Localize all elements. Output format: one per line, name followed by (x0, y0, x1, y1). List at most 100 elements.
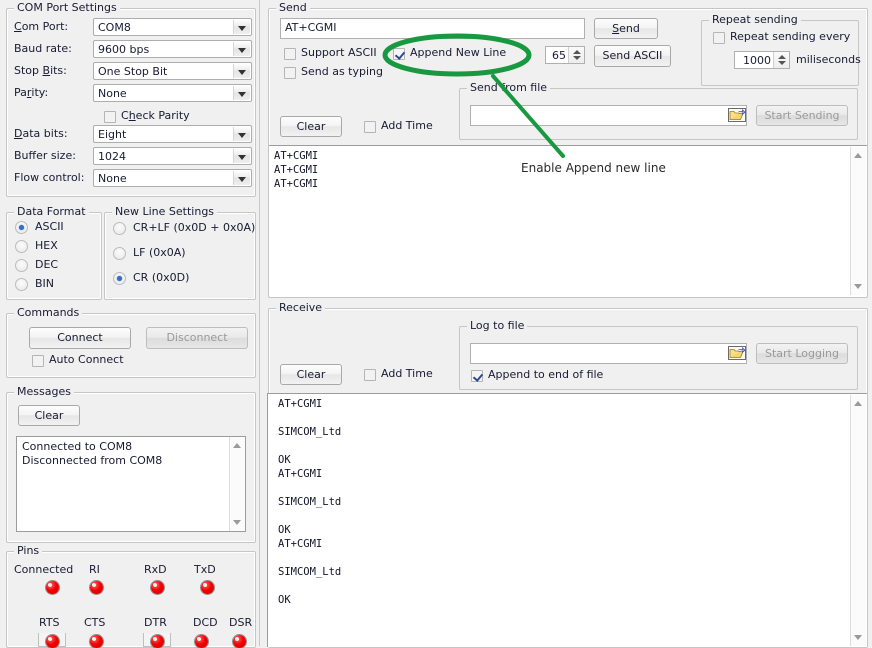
receive-add-time-checkbox[interactable] (364, 369, 376, 381)
chevron-down-icon[interactable] (233, 171, 250, 185)
scroll-down-icon[interactable] (854, 284, 862, 289)
repeat-interval-units: miliseconds (796, 53, 861, 67)
scroll-down-icon[interactable] (233, 520, 241, 525)
annotation-callout-text: Enable Append new line (521, 161, 666, 175)
disconnect-button-label: Disconnect (147, 328, 247, 348)
messages-clear-button[interactable]: Clear (18, 405, 80, 426)
serial-terminal-window: COM Port Settings Com Port: COM8 Baud ra… (0, 0, 872, 646)
new-line-radio-cr[interactable] (113, 272, 126, 285)
buffer-size-select[interactable]: 1024 (93, 147, 252, 165)
ascii-code-stepper[interactable]: 65 (545, 46, 585, 64)
support-ascii-checkbox[interactable] (284, 48, 296, 60)
start-sending-button[interactable]: Start Sending (756, 105, 848, 126)
send-clear-button[interactable]: Clear (280, 116, 342, 137)
append-new-line-checkbox[interactable] (393, 48, 405, 60)
send-clear-label: Clear (281, 117, 341, 136)
stepper-arrows[interactable] (773, 52, 789, 68)
messages-group: Messages Clear Connected to COM8 Disconn… (6, 392, 256, 543)
stepper-arrows[interactable] (568, 47, 584, 63)
pin-label-txd: TxD (194, 563, 216, 577)
support-ascii-label: Support ASCII (301, 46, 377, 60)
messages-list[interactable]: Connected to COM8 Disconnected from COM8 (16, 436, 246, 532)
data-format-radio-dec[interactable] (15, 259, 28, 272)
send-button[interactable]: Send (594, 18, 658, 39)
com-port-settings-title: COM Port Settings (14, 2, 120, 14)
parity-select[interactable]: None (93, 84, 252, 102)
baud-rate-select[interactable]: 9600 bps (93, 40, 252, 58)
open-folder-icon[interactable] (728, 107, 746, 123)
send-ascii-button[interactable]: Send ASCII (594, 45, 671, 67)
send-from-file-group: Send from file Start Sending (459, 88, 858, 140)
buffer-size-label: Buffer size: (14, 149, 76, 163)
stepper-down-icon[interactable] (573, 56, 581, 60)
send-command-input[interactable]: AT+CGMI (280, 18, 585, 39)
chevron-down-icon[interactable] (233, 127, 250, 141)
data-bits-select[interactable]: Eight (93, 125, 252, 143)
pin-led-rts (46, 635, 59, 648)
data-format-radio-hex[interactable] (15, 240, 28, 253)
com-port-value: COM8 (98, 20, 131, 35)
chevron-down-icon[interactable] (233, 42, 250, 56)
pins-title: Pins (14, 545, 42, 557)
new-line-radio-lf[interactable] (113, 247, 126, 260)
open-folder-icon[interactable] (728, 345, 746, 361)
repeat-interval-stepper[interactable]: 1000 (734, 51, 790, 69)
stepper-up-icon[interactable] (778, 55, 786, 59)
stepper-down-icon[interactable] (778, 61, 786, 65)
data-format-radio-bin[interactable] (15, 278, 28, 291)
disconnect-button[interactable]: Disconnect (146, 327, 248, 349)
receive-clear-button[interactable]: Clear (280, 364, 342, 385)
connect-button-label: Connect (30, 328, 130, 348)
log-to-file-title: Log to file (467, 320, 527, 332)
send-as-typing-checkbox[interactable] (284, 67, 296, 79)
pin-label-cts: CTS (84, 616, 105, 630)
com-port-select[interactable]: COM8 (93, 18, 252, 36)
log-to-file-group: Log to file Start Logging Append to end … (459, 326, 858, 390)
send-file-path-input[interactable] (470, 105, 747, 126)
stepper-up-icon[interactable] (573, 50, 581, 54)
chevron-down-icon[interactable] (233, 149, 250, 163)
new-line-radio-crlf[interactable] (113, 222, 126, 235)
repeat-sending-group: Repeat sending Repeat sending every 1000… (701, 20, 859, 86)
send-add-time-label: Add Time (381, 119, 433, 133)
stop-bits-select[interactable]: One Stop Bit (93, 62, 252, 80)
pin-led-txd (201, 581, 214, 594)
scroll-up-icon[interactable] (854, 153, 862, 158)
flow-control-label: Flow control: (14, 171, 84, 185)
connect-button[interactable]: Connect (29, 327, 131, 349)
start-logging-label: Start Logging (757, 344, 847, 363)
parity-value: None (98, 86, 127, 101)
receive-log[interactable]: AT+CGMI SIMCOM_Ltd OK AT+CGMI SIMCOM_Ltd… (267, 393, 867, 647)
send-add-time-checkbox[interactable] (364, 121, 376, 133)
append-to-end-checkbox[interactable] (471, 370, 483, 382)
flow-control-select[interactable]: None (93, 169, 252, 187)
flow-control-value: None (98, 171, 127, 186)
chevron-down-icon[interactable] (233, 64, 250, 78)
data-format-radio-ascii[interactable] (15, 221, 28, 234)
data-bits-value: Eight (98, 127, 126, 142)
new-line-label-lf: LF (0x0A) (133, 246, 186, 260)
repeat-sending-checkbox[interactable] (713, 32, 725, 44)
scroll-down-icon[interactable] (854, 635, 862, 640)
messages-scrollbar[interactable] (229, 437, 245, 531)
pin-led-dcd (195, 635, 208, 648)
chevron-down-icon[interactable] (233, 20, 250, 34)
baud-rate-label: Baud rate: (14, 42, 72, 56)
send-command-value: AT+CGMI (285, 21, 337, 35)
receive-title: Receive (276, 302, 325, 314)
pin-label-dtr: DTR (144, 616, 167, 630)
receive-clear-label: Clear (281, 365, 341, 384)
baud-rate-value: 9600 bps (98, 42, 149, 57)
check-parity-checkbox[interactable] (104, 111, 116, 123)
auto-connect-checkbox[interactable] (32, 355, 44, 367)
log-file-path-input[interactable] (470, 343, 747, 364)
pin-label-ri: RI (89, 563, 100, 577)
start-logging-button[interactable]: Start Logging (756, 343, 848, 364)
send-log-scrollbar[interactable] (850, 147, 866, 295)
chevron-down-icon[interactable] (233, 86, 250, 100)
buffer-size-value: 1024 (98, 149, 126, 164)
scroll-up-icon[interactable] (854, 401, 862, 406)
scroll-up-icon[interactable] (233, 443, 241, 448)
receive-log-scrollbar[interactable] (850, 395, 866, 646)
com-port-label: Com Port: (14, 20, 68, 34)
